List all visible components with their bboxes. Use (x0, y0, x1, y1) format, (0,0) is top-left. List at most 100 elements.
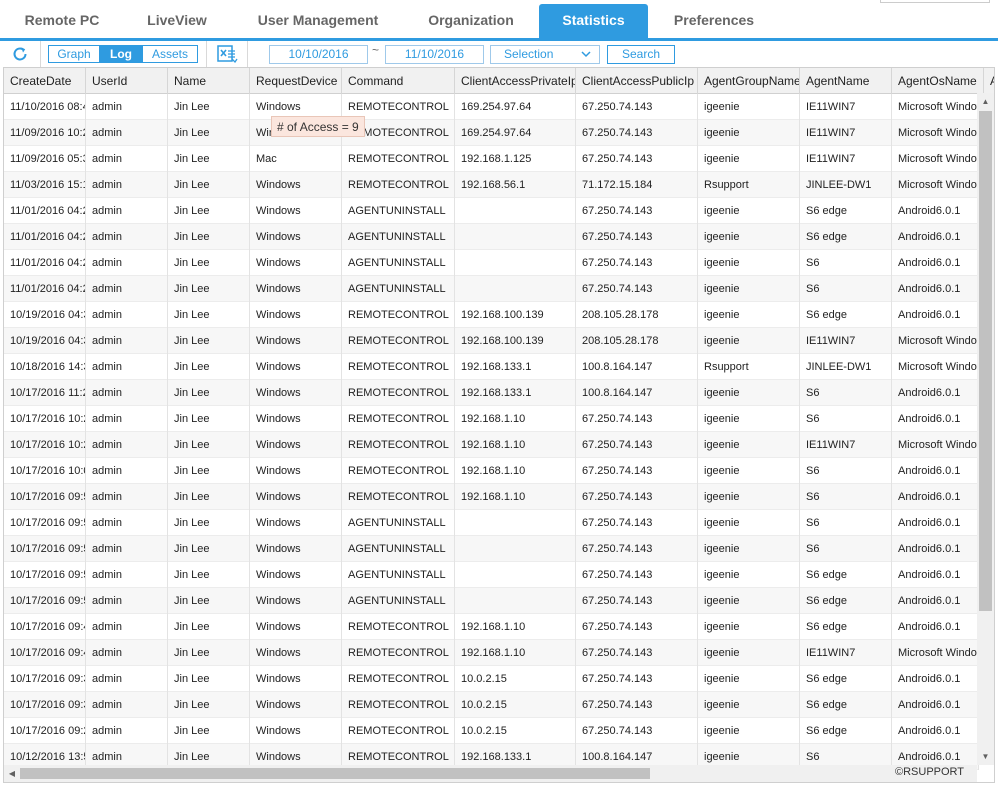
table-row[interactable]: 11/01/2016 04:2 admin Jin Lee Windows AGENTU… (4, 198, 979, 224)
cell-public-ip: 67.250.74.143 (576, 120, 698, 146)
table-row[interactable]: 10/19/2016 04:3 admin Jin Lee Windows REMOTE… (4, 328, 979, 354)
cell-private-ip: 192.168.100.139 (455, 302, 576, 328)
horizontal-scrollbar[interactable]: ◀ (4, 765, 977, 782)
horizontal-scroll-thumb[interactable] (20, 768, 650, 779)
vertical-scrollbar[interactable]: ▲ ▼ (977, 93, 994, 765)
cell-agent-os: Android6.0.1 (892, 484, 979, 510)
cell-agent-os: Microsoft Window (892, 432, 979, 458)
excel-export-icon[interactable] (215, 43, 239, 65)
selection-dropdown[interactable]: Selection (490, 45, 600, 64)
cell-agent-name: S6 edge (800, 588, 892, 614)
table-row[interactable]: 11/01/2016 04:2 admin Jin Lee Windows AGENTU… (4, 276, 979, 302)
view-mode-switch: Graph Log Assets (48, 45, 198, 63)
column-header-command[interactable]: Command (342, 68, 455, 94)
cell-userid: admin (86, 614, 168, 640)
cell-userid: admin (86, 302, 168, 328)
cell-name: Jin Lee (168, 198, 250, 224)
column-header-clientaccesspublicip[interactable]: ClientAccessPublicIp (576, 68, 698, 94)
table-row[interactable]: 10/19/2016 04:3 admin Jin Lee Windows REMOTE… (4, 302, 979, 328)
search-button[interactable]: Search (607, 45, 675, 64)
cell-public-ip: 67.250.74.143 (576, 276, 698, 302)
tab-remote-pc[interactable]: Remote PC (6, 0, 118, 38)
column-header-createdate[interactable]: CreateDate (4, 68, 86, 94)
cell-userid: admin (86, 484, 168, 510)
table-row[interactable]: 10/17/2016 09:5 admin Jin Lee Windows AGENTU… (4, 562, 979, 588)
cell-public-ip: 67.250.74.143 (576, 588, 698, 614)
cell-agent-group: igeenie (698, 458, 800, 484)
vertical-scroll-thumb[interactable] (979, 111, 992, 611)
tab-preferences[interactable]: Preferences (654, 0, 774, 38)
cell-createdate: 10/17/2016 09:2 (4, 718, 86, 744)
scroll-down-arrow-icon[interactable]: ▼ (977, 748, 994, 765)
view-mode-assets[interactable]: Assets (142, 46, 197, 62)
cell-requestdevice: Windows (250, 380, 342, 406)
cell-command: AGENTUNINSTALL (342, 250, 455, 276)
column-header-agentgroupname[interactable]: AgentGroupName (698, 68, 800, 94)
toolbar-divider (247, 41, 248, 67)
view-mode-log[interactable]: Log (100, 46, 142, 62)
cell-public-ip: 67.250.74.143 (576, 458, 698, 484)
table-row[interactable]: 11/10/2016 08:4 admin Jin Lee Windows REMOTE… (4, 94, 979, 120)
column-header-truncated[interactable]: A (984, 68, 994, 94)
tab-statistics[interactable]: Statistics (539, 4, 648, 38)
table-row[interactable]: 10/17/2016 09:5 admin Jin Lee Windows AGENTU… (4, 588, 979, 614)
tab-user-management[interactable]: User Management (237, 0, 399, 38)
scroll-up-arrow-icon[interactable]: ▲ (977, 93, 994, 110)
table-row[interactable]: 10/17/2016 10:0 admin Jin Lee Windows REMOTE… (4, 458, 979, 484)
table-row[interactable]: 10/17/2016 10:2 admin Jin Lee Windows REMOTE… (4, 432, 979, 458)
table-row[interactable]: 10/17/2016 09:5 admin Jin Lee Windows AGENTU… (4, 536, 979, 562)
cell-agent-os: Android6.0.1 (892, 224, 979, 250)
cell-agent-group: igeenie (698, 640, 800, 666)
table-row[interactable]: 11/01/2016 04:2 admin Jin Lee Windows AGENTU… (4, 250, 979, 276)
cell-userid: admin (86, 432, 168, 458)
scroll-left-arrow-icon[interactable]: ◀ (4, 765, 20, 782)
cell-public-ip: 67.250.74.143 (576, 718, 698, 744)
table-row[interactable]: 10/17/2016 09:3 admin Jin Lee Windows REMOTE… (4, 692, 979, 718)
table-row[interactable]: 11/09/2016 10:2 admin Jin Lee Wir REMOTECONT… (4, 120, 979, 146)
cell-name: Jin Lee (168, 432, 250, 458)
column-header-agentname[interactable]: AgentName (800, 68, 892, 94)
date-from-input[interactable]: 10/10/2016 (269, 45, 368, 64)
tab-organization[interactable]: Organization (405, 0, 537, 38)
cell-requestdevice: Windows (250, 224, 342, 250)
column-header-requestdevice[interactable]: RequestDevice (250, 68, 342, 94)
cell-agent-group: igeenie (698, 718, 800, 744)
cell-private-ip: 192.168.1.10 (455, 484, 576, 510)
table-row[interactable]: 10/17/2016 09:5 admin Jin Lee Windows AGENTU… (4, 510, 979, 536)
table-row[interactable]: 11/01/2016 04:2 admin Jin Lee Windows AGENTU… (4, 224, 979, 250)
tab-liveview[interactable]: LiveView (124, 0, 230, 38)
cell-requestdevice: Windows (250, 692, 342, 718)
cell-createdate: 11/01/2016 04:2 (4, 198, 86, 224)
view-mode-graph[interactable]: Graph (49, 46, 100, 62)
table-row[interactable]: 10/17/2016 09:2 admin Jin Lee Windows REMOTE… (4, 718, 979, 744)
table-row[interactable]: 11/09/2016 05:3 admin Jin Lee Mac REMOTECONT… (4, 146, 979, 172)
column-header-userid[interactable]: UserId (86, 68, 168, 94)
table-row[interactable]: 11/03/2016 15:1 admin Jin Lee Windows REMOTE… (4, 172, 979, 198)
cell-agent-name: S6 edge (800, 302, 892, 328)
cell-agent-group: igeenie (698, 406, 800, 432)
top-right-frame (880, 0, 990, 3)
cell-command: REMOTECONTROL (342, 406, 455, 432)
cell-requestdevice: Windows (250, 718, 342, 744)
table-row[interactable]: 10/17/2016 09:4 admin Jin Lee Windows REMOTE… (4, 640, 979, 666)
table-row[interactable]: 10/17/2016 09:3 admin Jin Lee Windows REMOTE… (4, 666, 979, 692)
cell-command: REMOTECONTROL (342, 614, 455, 640)
table-row[interactable]: 10/17/2016 09:5 admin Jin Lee Windows REMOTE… (4, 484, 979, 510)
cell-private-ip: 192.168.1.125 (455, 146, 576, 172)
date-to-input[interactable]: 11/10/2016 (385, 45, 484, 64)
cell-command: AGENTUNINSTALL (342, 562, 455, 588)
table-row[interactable]: 10/17/2016 11:2 admin Jin Lee Windows REMOTE… (4, 380, 979, 406)
cell-agent-group: igeenie (698, 198, 800, 224)
cell-agent-group: igeenie (698, 432, 800, 458)
column-header-clientaccessprivateip[interactable]: ClientAccessPrivateIp (455, 68, 576, 94)
cell-private-ip: 169.254.97.64 (455, 120, 576, 146)
table-row[interactable]: 10/18/2016 14:3 admin Jin Lee Windows REMOTE… (4, 354, 979, 380)
table-row[interactable]: 10/17/2016 09:4 admin Jin Lee Windows REMOTE… (4, 614, 979, 640)
column-header-agentosname[interactable]: AgentOsName (892, 68, 984, 94)
cell-public-ip: 67.250.74.143 (576, 432, 698, 458)
column-header-name[interactable]: Name (168, 68, 250, 94)
table-row[interactable]: 10/17/2016 10:2 admin Jin Lee Windows REMOTE… (4, 406, 979, 432)
cell-command: REMOTECONTROL (342, 172, 455, 198)
refresh-icon[interactable] (9, 44, 31, 64)
cell-private-ip: 169.254.97.64 (455, 94, 576, 120)
